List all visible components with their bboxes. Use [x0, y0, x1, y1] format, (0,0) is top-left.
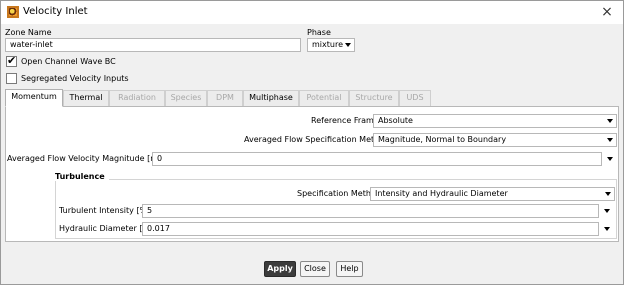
reference-frame-label: Reference Frame — [311, 116, 379, 125]
reference-frame-value: Absolute — [378, 116, 413, 125]
velocity-magnitude-label: Averaged Flow Velocity Magnitude [m/s] — [7, 154, 169, 163]
segregated-velocity-label: Segregated Velocity Inputs — [21, 74, 129, 83]
tab-uds[interactable]: UDS — [399, 90, 431, 106]
close-icon[interactable]: × — [599, 3, 615, 21]
zone-name-field[interactable]: water-inlet — [5, 38, 301, 52]
reference-frame-dropdown[interactable]: Absolute — [373, 114, 617, 128]
spec-method-label: Averaged Flow Specification Method — [244, 135, 390, 144]
tab-dpm[interactable]: DPM — [207, 90, 243, 106]
zone-name-label: Zone Name — [5, 28, 52, 37]
velocity-magnitude-field[interactable]: 0 — [152, 152, 602, 166]
chevron-down-icon — [345, 43, 351, 47]
title-bar: Velocity Inlet × — [1, 1, 623, 24]
chevron-down-icon — [605, 192, 611, 196]
tab-momentum[interactable]: Momentum — [5, 89, 63, 107]
open-channel-label: Open Channel Wave BC — [21, 57, 116, 66]
tab-multiphase[interactable]: Multiphase — [243, 90, 299, 106]
chevron-down-icon[interactable] — [604, 227, 610, 231]
hydraulic-diameter-field[interactable]: 0.017 — [142, 222, 599, 236]
fluent-app-icon — [7, 6, 19, 18]
turbulence-spec-method-dropdown[interactable]: Intensity and Hydraulic Diameter — [370, 187, 615, 201]
turbulence-spec-method-value: Intensity and Hydraulic Diameter — [375, 189, 508, 198]
apply-button[interactable]: Apply — [264, 261, 296, 277]
turbulence-spec-method-label: Specification Method — [297, 189, 381, 198]
turbulent-intensity-field[interactable]: 5 — [142, 204, 599, 218]
chevron-down-icon[interactable] — [604, 209, 610, 213]
tab-radiation[interactable]: Radiation — [109, 90, 165, 106]
chevron-down-icon — [607, 138, 613, 142]
chevron-down-icon[interactable] — [607, 157, 613, 161]
chevron-down-icon — [607, 119, 613, 123]
phase-label: Phase — [307, 28, 331, 37]
phase-dropdown-value: mixture — [312, 40, 343, 49]
phase-dropdown[interactable]: mixture — [307, 38, 355, 52]
spec-method-value: Magnitude, Normal to Boundary — [378, 135, 507, 144]
velocity-inlet-dialog: Velocity Inlet × Zone Name water-inlet P… — [0, 0, 624, 285]
tab-species[interactable]: Species — [165, 90, 207, 106]
tab-potential[interactable]: Potential — [299, 90, 349, 106]
window-title: Velocity Inlet — [23, 6, 88, 17]
segregated-velocity-checkbox[interactable] — [6, 73, 17, 84]
help-button[interactable]: Help — [336, 261, 363, 277]
spec-method-dropdown[interactable]: Magnitude, Normal to Boundary — [373, 133, 617, 147]
turbulent-intensity-label: Turbulent Intensity [%] — [59, 206, 151, 215]
tab-thermal[interactable]: Thermal — [63, 90, 109, 106]
checkmark-icon: ✔ — [7, 54, 17, 67]
turbulence-title: Turbulence — [55, 172, 109, 181]
open-channel-checkbox[interactable]: ✔ — [6, 54, 17, 67]
tab-structure[interactable]: Structure — [349, 90, 399, 106]
close-button[interactable]: Close — [300, 261, 330, 277]
hydraulic-diameter-label: Hydraulic Diameter [m] — [59, 224, 154, 233]
dialog-content: Zone Name water-inlet Phase mixture ✔ Op… — [1, 24, 623, 284]
